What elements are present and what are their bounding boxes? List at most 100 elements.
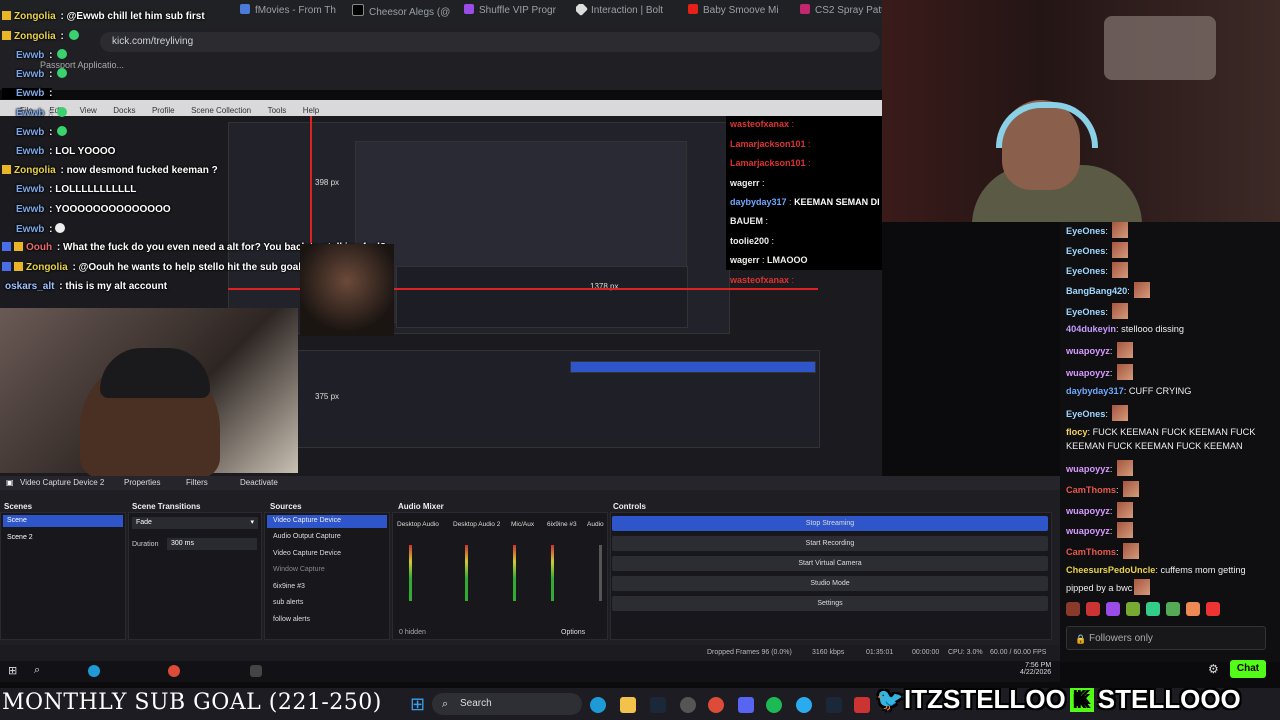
selected-source-name: Video Capture Device 2 — [20, 478, 105, 487]
chat-message: wuapoyyz: — [1066, 502, 1134, 518]
settings-button[interactable]: Settings — [612, 596, 1048, 611]
windows-start-icon[interactable]: ⊞ — [410, 694, 425, 715]
chat-line: Ewwb : YOOOOOOOOOOOOOO — [16, 204, 171, 215]
cpu-usage: CPU: 3.0% — [948, 649, 983, 656]
source-item[interactable]: 6ix9ine #3 — [273, 583, 305, 590]
nested-stop-streaming — [570, 361, 816, 373]
search-icon[interactable]: ⌕ — [34, 664, 40, 677]
chrome-icon[interactable] — [708, 697, 724, 713]
source-item[interactable]: follow alerts — [273, 616, 310, 623]
emote-icon[interactable] — [1166, 602, 1180, 616]
telegram-icon[interactable] — [796, 697, 812, 713]
emote-icon[interactable] — [1106, 602, 1120, 616]
scene-item[interactable]: Scene 2 — [3, 532, 123, 544]
steam-icon[interactable] — [826, 697, 842, 713]
properties-button[interactable]: Properties — [124, 478, 160, 487]
chevron-down-icon: ▾ — [250, 519, 254, 526]
rec-timer: 00:00:00 — [912, 649, 940, 656]
mixer-channel: Desktop Audio 2 — [453, 521, 501, 528]
start-virtual-camera-button[interactable]: Start Virtual Camera — [612, 556, 1048, 571]
chat-placeholder: Followers only — [1089, 633, 1153, 644]
emote-icon[interactable] — [1186, 602, 1200, 616]
sub-badge-icon — [14, 262, 23, 271]
obs-status-bar: Dropped Frames 96 (0.0%) 3160 kbps 01:35… — [0, 645, 1060, 661]
emote-quick-bar[interactable] — [1066, 602, 1266, 620]
emote-icon[interactable] — [1086, 602, 1100, 616]
audio-mixer-pane: Desktop Audio Desktop Audio 2 Mic/Aux 6i… — [392, 512, 608, 640]
sub-badge-icon — [14, 242, 23, 251]
source-item[interactable]: sub alerts — [273, 599, 303, 606]
preview-chat-list: wagerr : wasteofxanax : Lamarjackson101 … — [730, 116, 880, 290]
emote-icon — [1112, 222, 1129, 238]
source-item[interactable]: Audio Output Capture — [273, 533, 341, 540]
chat-line: Zongolia : @Oouh he wants to help stello… — [2, 262, 301, 273]
chat-line: Ewwb : — [2, 107, 68, 119]
preview-chat-line: BAUEM : — [730, 216, 769, 227]
headset — [996, 102, 1098, 148]
chat-line: Zongolia : now desmond fucked keeman ? — [2, 165, 218, 176]
emote-icon — [1112, 262, 1129, 278]
search-icon: ⌕ — [442, 698, 449, 710]
chat-send-button[interactable]: Chat — [1230, 660, 1266, 678]
chat-message: EyeOnes: — [1066, 222, 1129, 238]
folder-icon[interactable] — [620, 697, 636, 713]
chat-line: Ewwb : — [2, 68, 68, 80]
windows-start-icon[interactable]: ⊞ — [8, 664, 17, 677]
browser-tab[interactable]: Interaction | Bolt — [576, 4, 680, 24]
chat-message: EyeOnes: — [1066, 405, 1129, 421]
chat-line: Ewwb : — [2, 126, 68, 138]
sub-badge-icon — [2, 31, 11, 40]
discord-icon[interactable] — [738, 697, 754, 713]
durag — [100, 348, 210, 398]
steam-icon[interactable] — [650, 697, 666, 713]
nested-obs-dock — [396, 266, 688, 328]
studio-mode-button[interactable]: Studio Mode — [612, 576, 1048, 591]
duration-input[interactable]: 300 ms — [167, 538, 257, 550]
kick-handle: STELLOOO — [1097, 684, 1241, 714]
source-toolbar: ▣ Video Capture Device 2 Properties Filt… — [0, 476, 1060, 490]
app-icon[interactable] — [680, 697, 696, 713]
taskbar-search[interactable]: ⌕ Search — [432, 693, 582, 715]
scene-item[interactable]: Scene — [3, 515, 123, 527]
emote-icon[interactable] — [1146, 602, 1160, 616]
browser-tab[interactable]: Shuffle VIP Progr — [464, 4, 568, 24]
mixer-channel: 6ix9ine #3 — [547, 521, 577, 528]
mixer-options-button[interactable]: Options — [561, 629, 585, 636]
chat-message: flocy: FUCK KEEMAN FUCK KEEMAN FUCK — [1066, 427, 1256, 437]
emote-icon[interactable] — [1206, 602, 1220, 616]
kick-icon: K — [1069, 688, 1094, 712]
source-item[interactable]: Video Capture Device — [273, 517, 341, 524]
preview-chat-line: wagerr : LMAOOO — [730, 255, 808, 266]
gear-icon[interactable]: ⚙ — [1208, 662, 1219, 676]
chat-input[interactable]: 🔒 Followers only — [1066, 626, 1266, 650]
stop-streaming-button[interactable]: Stop Streaming — [612, 516, 1048, 531]
emote-icon — [57, 68, 68, 78]
browser-tab[interactable]: Baby Smoove Mi — [688, 4, 792, 24]
obs-icon[interactable] — [250, 665, 262, 677]
source-item[interactable]: Video Capture Device — [273, 550, 341, 557]
browser-tab[interactable]: CS2 Spray Pattern — [800, 4, 882, 24]
filters-button[interactable]: Filters — [186, 478, 208, 487]
app-icon[interactable] — [854, 697, 870, 713]
spotify-icon[interactable] — [766, 697, 782, 713]
inner-clock: 7:56 PM 4/22/2026 — [1020, 662, 1052, 676]
edge-icon[interactable] — [590, 697, 606, 713]
emote-icon[interactable] — [1066, 602, 1080, 616]
transition-select[interactable]: Fade ▾ — [132, 517, 258, 529]
tab-favicon-icon — [800, 4, 810, 14]
emote-icon — [1134, 579, 1151, 595]
webcam-feed — [0, 308, 298, 478]
controls-title: Controls — [613, 502, 646, 511]
deactivate-button[interactable]: Deactivate — [240, 478, 278, 487]
badge-icon — [2, 262, 11, 271]
chrome-icon[interactable] — [168, 665, 180, 677]
edge-icon[interactable] — [88, 665, 100, 677]
wall-logo — [1104, 16, 1216, 80]
start-recording-button[interactable]: Start Recording — [612, 536, 1048, 551]
emote-icon[interactable] — [1126, 602, 1140, 616]
duration-label: Duration — [132, 541, 159, 548]
source-item[interactable]: Window Capture — [273, 566, 325, 573]
preview-chat-line: Lamarjackson101 : — [730, 158, 811, 169]
chat-line: oskars_alt : this is my alt account — [5, 281, 168, 292]
tab-favicon-icon — [464, 4, 474, 14]
